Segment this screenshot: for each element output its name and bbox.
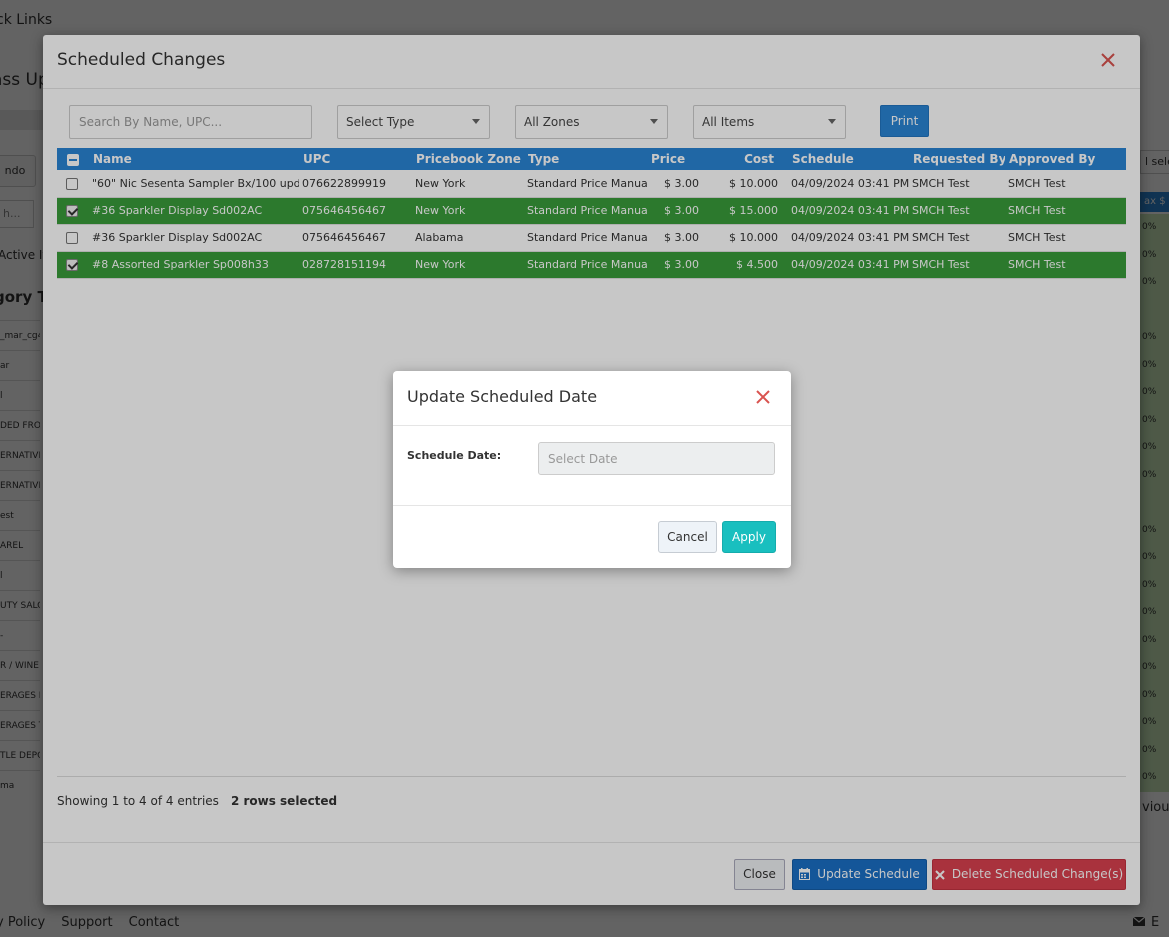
close-icon bbox=[756, 390, 770, 404]
update-scheduled-date-dialog: Update Scheduled Date Schedule Date: Can… bbox=[393, 371, 791, 568]
dialog-title: Update Scheduled Date bbox=[407, 387, 598, 406]
cancel-button[interactable]: Cancel bbox=[658, 521, 717, 553]
dialog-footer-divider bbox=[393, 505, 791, 506]
schedule-date-input[interactable] bbox=[538, 442, 775, 475]
schedule-date-label: Schedule Date: bbox=[407, 449, 502, 462]
dialog-close-button[interactable] bbox=[754, 388, 772, 406]
dialog-header-divider bbox=[393, 425, 791, 426]
apply-button[interactable]: Apply bbox=[722, 521, 776, 553]
